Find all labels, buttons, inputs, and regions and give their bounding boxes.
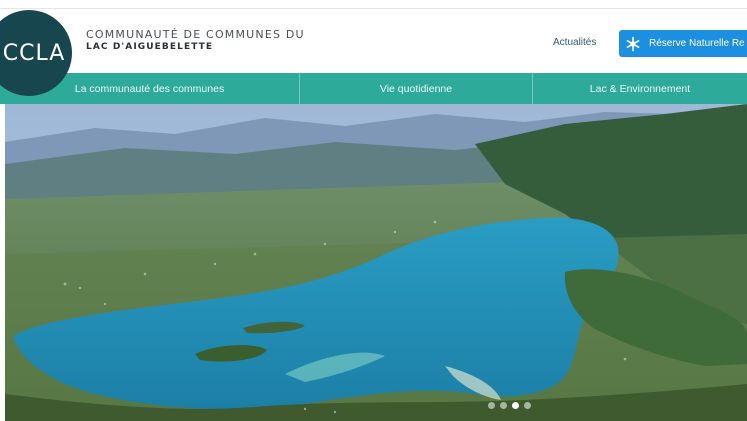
reserve-button-label: Réserve Naturelle Re [649,38,745,49]
main-navigation: La communauté des communes Vie quotidien… [0,73,747,104]
header-top-border [0,8,747,9]
carousel-dot[interactable] [524,402,531,409]
lake-landscape-photo [5,104,747,421]
org-name-line2: LAC D'AIGUEBELETTE [86,42,214,52]
carousel-dot[interactable] [500,402,507,409]
snowflake-icon [625,36,641,52]
carousel-dot[interactable] [488,402,495,409]
news-link[interactable]: Actualités [553,37,596,48]
nav-item-lac-environnement[interactable]: Lac & Environnement [533,73,747,104]
carousel-dot-active[interactable] [512,402,519,409]
nav-item-vie-quotidienne[interactable]: Vie quotidienne [300,73,533,104]
carousel-dots [488,402,531,409]
organization-name[interactable]: COMMUNAUTÉ DE COMMUNES DU LAC D'AIGUEBEL… [86,28,305,52]
logo-text: CCLA [2,40,66,66]
hero-carousel-image[interactable] [5,104,747,421]
reserve-naturelle-button[interactable]: Réserve Naturelle Re [619,30,747,57]
org-name-line1: COMMUNAUTÉ DE COMMUNES DU [86,28,305,41]
